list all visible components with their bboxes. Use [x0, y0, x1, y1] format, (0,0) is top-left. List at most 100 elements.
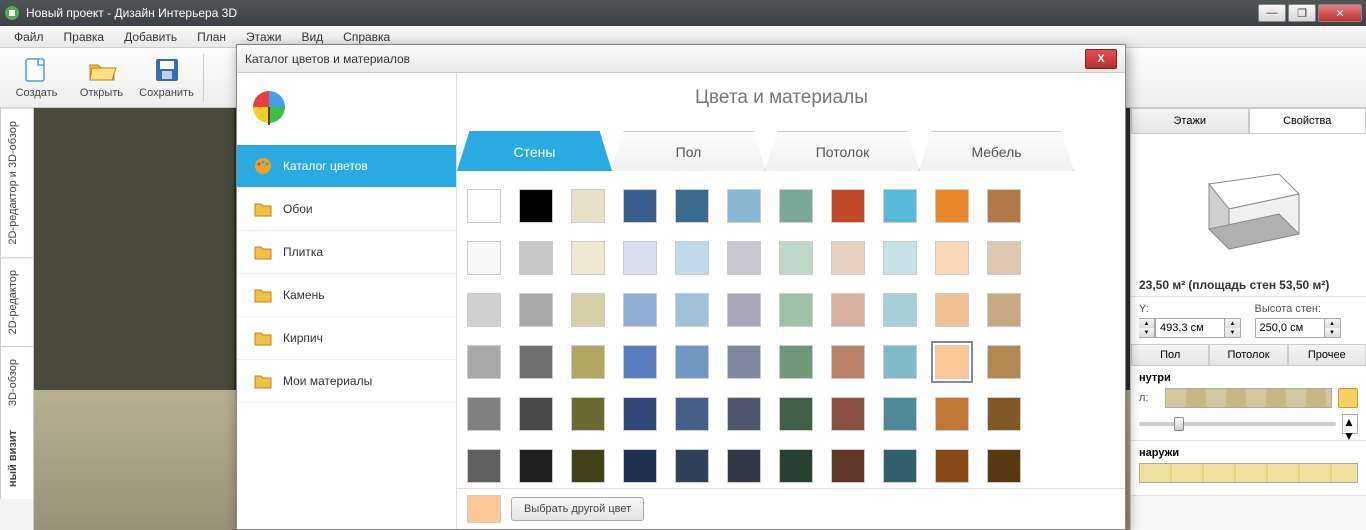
color-swatch[interactable] — [779, 189, 813, 223]
color-swatch[interactable] — [883, 345, 917, 379]
category-каталог-цветов[interactable]: Каталог цветов — [237, 145, 456, 188]
color-swatch[interactable] — [987, 189, 1021, 223]
color-swatch[interactable] — [831, 397, 865, 431]
color-swatch[interactable] — [935, 189, 969, 223]
color-swatch[interactable] — [519, 189, 553, 223]
color-swatch[interactable] — [623, 189, 657, 223]
color-swatch[interactable] — [675, 345, 709, 379]
color-swatch[interactable] — [935, 241, 969, 275]
color-swatch[interactable] — [779, 241, 813, 275]
color-swatch[interactable] — [727, 345, 761, 379]
dlgtab-walls[interactable]: Стены — [457, 131, 612, 171]
subtab-floor[interactable]: Пол — [1131, 344, 1209, 365]
menu-plan[interactable]: План — [187, 30, 236, 44]
color-swatch[interactable] — [883, 189, 917, 223]
color-swatch[interactable] — [623, 345, 657, 379]
color-swatch[interactable] — [987, 241, 1021, 275]
color-swatch[interactable] — [467, 345, 501, 379]
color-swatch[interactable] — [467, 397, 501, 431]
scale-slider[interactable] — [1139, 422, 1336, 426]
color-swatch[interactable] — [623, 293, 657, 327]
color-swatch[interactable] — [519, 241, 553, 275]
category-обои[interactable]: Обои — [237, 188, 456, 231]
vtab-3d[interactable]: 3D-обзор — [0, 346, 33, 418]
color-swatch[interactable] — [571, 189, 605, 223]
subtab-other[interactable]: Прочее — [1288, 344, 1366, 365]
texture-preview-outside[interactable] — [1139, 463, 1358, 483]
color-swatch[interactable] — [623, 397, 657, 431]
color-swatch[interactable] — [935, 345, 969, 379]
color-swatch[interactable] — [675, 397, 709, 431]
y-spin-left[interactable]: ▲▼ — [1139, 318, 1155, 338]
color-swatch[interactable] — [727, 397, 761, 431]
color-swatch[interactable] — [571, 293, 605, 327]
color-swatch[interactable] — [519, 345, 553, 379]
pick-other-color-button[interactable]: Выбрать другой цвет — [511, 497, 644, 521]
height-input[interactable] — [1255, 318, 1325, 338]
color-swatch[interactable] — [675, 241, 709, 275]
tab-properties[interactable]: Свойства — [1249, 108, 1366, 133]
color-swatch[interactable] — [623, 449, 657, 483]
color-swatch[interactable] — [935, 293, 969, 327]
color-swatch[interactable] — [883, 241, 917, 275]
color-swatch[interactable] — [779, 449, 813, 483]
toolbar-open[interactable]: Открыть — [69, 50, 134, 106]
color-swatch[interactable] — [675, 293, 709, 327]
category-мои-материалы[interactable]: Мои материалы — [237, 360, 456, 403]
color-swatch[interactable] — [675, 189, 709, 223]
menu-floors[interactable]: Этажи — [236, 30, 291, 44]
color-swatch[interactable] — [779, 345, 813, 379]
menu-file[interactable]: Файл — [4, 30, 54, 44]
color-swatch[interactable] — [935, 397, 969, 431]
color-swatch[interactable] — [779, 293, 813, 327]
y-spin-right[interactable]: ▲▼ — [1225, 318, 1241, 338]
dlgtab-furniture[interactable]: Мебель — [919, 131, 1074, 171]
color-swatch[interactable] — [987, 449, 1021, 483]
menu-help[interactable]: Справка — [333, 30, 400, 44]
tab-floors[interactable]: Этажи — [1131, 108, 1249, 133]
color-swatch[interactable] — [727, 241, 761, 275]
color-swatch[interactable] — [831, 241, 865, 275]
height-spin[interactable]: ▲▼ — [1325, 318, 1341, 338]
dlgtab-floor[interactable]: Пол — [611, 131, 766, 171]
color-swatch[interactable] — [467, 449, 501, 483]
color-swatch[interactable] — [519, 293, 553, 327]
color-swatch[interactable] — [987, 293, 1021, 327]
color-swatch[interactable] — [987, 397, 1021, 431]
color-swatch[interactable] — [571, 449, 605, 483]
menu-add[interactable]: Добавить — [114, 30, 187, 44]
color-swatch[interactable] — [727, 449, 761, 483]
color-swatch[interactable] — [519, 397, 553, 431]
toolbar-save[interactable]: Сохранить — [134, 50, 199, 106]
color-swatch[interactable] — [831, 345, 865, 379]
dialog-titlebar[interactable]: Каталог цветов и материалов X — [237, 45, 1125, 73]
color-swatch[interactable] — [519, 449, 553, 483]
menu-view[interactable]: Вид — [291, 30, 333, 44]
color-swatch[interactable] — [831, 449, 865, 483]
color-swatch[interactable] — [571, 345, 605, 379]
color-swatch[interactable] — [831, 189, 865, 223]
color-swatch[interactable] — [987, 345, 1021, 379]
color-swatch[interactable] — [779, 397, 813, 431]
color-swatch[interactable] — [727, 293, 761, 327]
vtab-2d[interactable]: 2D-редактор — [0, 257, 33, 346]
toolbar-create[interactable]: Создать — [4, 50, 69, 106]
color-swatch[interactable] — [623, 241, 657, 275]
close-button[interactable]: ✕ — [1318, 4, 1362, 22]
color-swatch[interactable] — [571, 241, 605, 275]
slider-thumb[interactable] — [1174, 417, 1184, 431]
category-камень[interactable]: Камень — [237, 274, 456, 317]
dlgtab-ceiling[interactable]: Потолок — [765, 131, 920, 171]
color-swatch[interactable] — [883, 449, 917, 483]
minimize-button[interactable]: — — [1258, 4, 1286, 22]
color-swatch[interactable] — [467, 241, 501, 275]
color-swatch[interactable] — [467, 293, 501, 327]
category-плитка[interactable]: Плитка — [237, 231, 456, 274]
dialog-close-button[interactable]: X — [1085, 49, 1117, 69]
scale-spin[interactable]: ▲▼ — [1342, 414, 1358, 434]
color-swatch[interactable] — [883, 293, 917, 327]
vtab-visit[interactable]: ный визит — [0, 418, 33, 499]
color-swatch[interactable] — [467, 189, 501, 223]
category-кирпич[interactable]: Кирпич — [237, 317, 456, 360]
texture-preview-inside[interactable] — [1165, 388, 1332, 408]
